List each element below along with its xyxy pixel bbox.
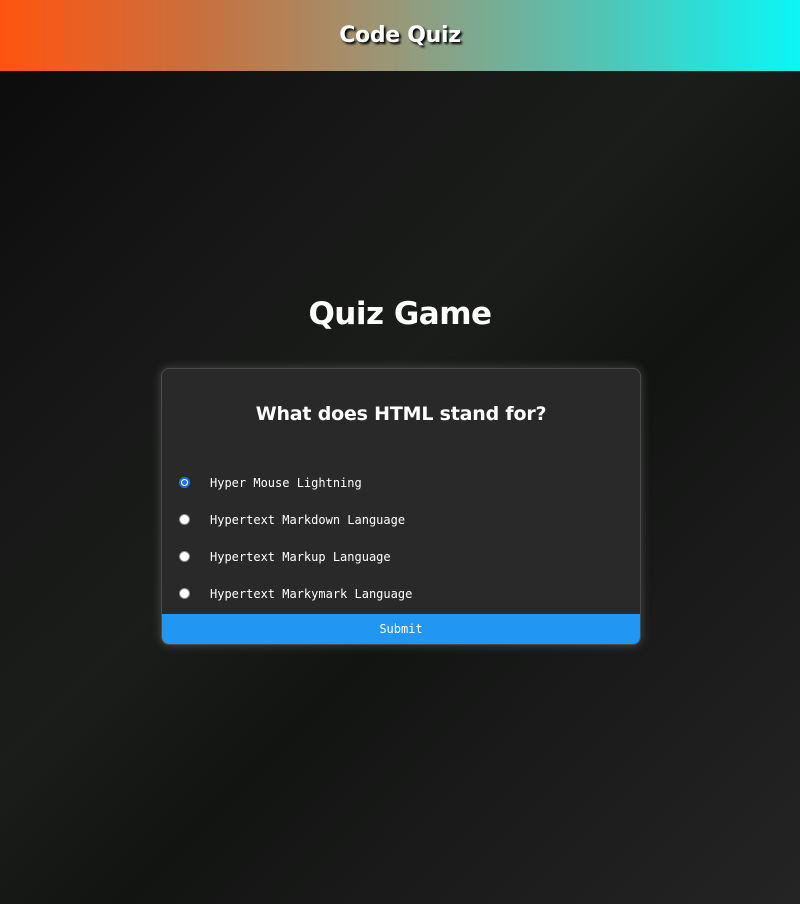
answer-label[interactable]: Hypertext Markup Language xyxy=(210,550,391,564)
answer-label[interactable]: Hypertext Markymark Language xyxy=(210,587,412,601)
page-title: Quiz Game xyxy=(308,296,492,332)
answer-label[interactable]: Hyper Mouse Lightning xyxy=(210,476,362,490)
answer-option-1[interactable]: Hyper Mouse Lightning xyxy=(178,464,412,501)
site-title: Code Quiz xyxy=(339,23,461,48)
radio-button[interactable] xyxy=(179,551,190,562)
submit-button[interactable]: Submit xyxy=(162,614,640,644)
quiz-card: What does HTML stand for? Hyper Mouse Li… xyxy=(161,368,641,645)
quiz-question: What does HTML stand for? xyxy=(255,403,547,425)
radio-button[interactable] xyxy=(179,588,190,599)
site-header: Code Quiz xyxy=(0,0,800,71)
answer-option-2[interactable]: Hypertext Markdown Language xyxy=(178,501,412,538)
answer-label[interactable]: Hypertext Markdown Language xyxy=(210,513,405,527)
answer-option-4[interactable]: Hypertext Markymark Language xyxy=(178,575,412,612)
answer-option-3[interactable]: Hypertext Markup Language xyxy=(178,538,412,575)
answer-list: Hyper Mouse Lightning Hypertext Markdown… xyxy=(178,464,412,612)
radio-button-selected[interactable] xyxy=(179,477,190,488)
radio-button[interactable] xyxy=(179,514,190,525)
